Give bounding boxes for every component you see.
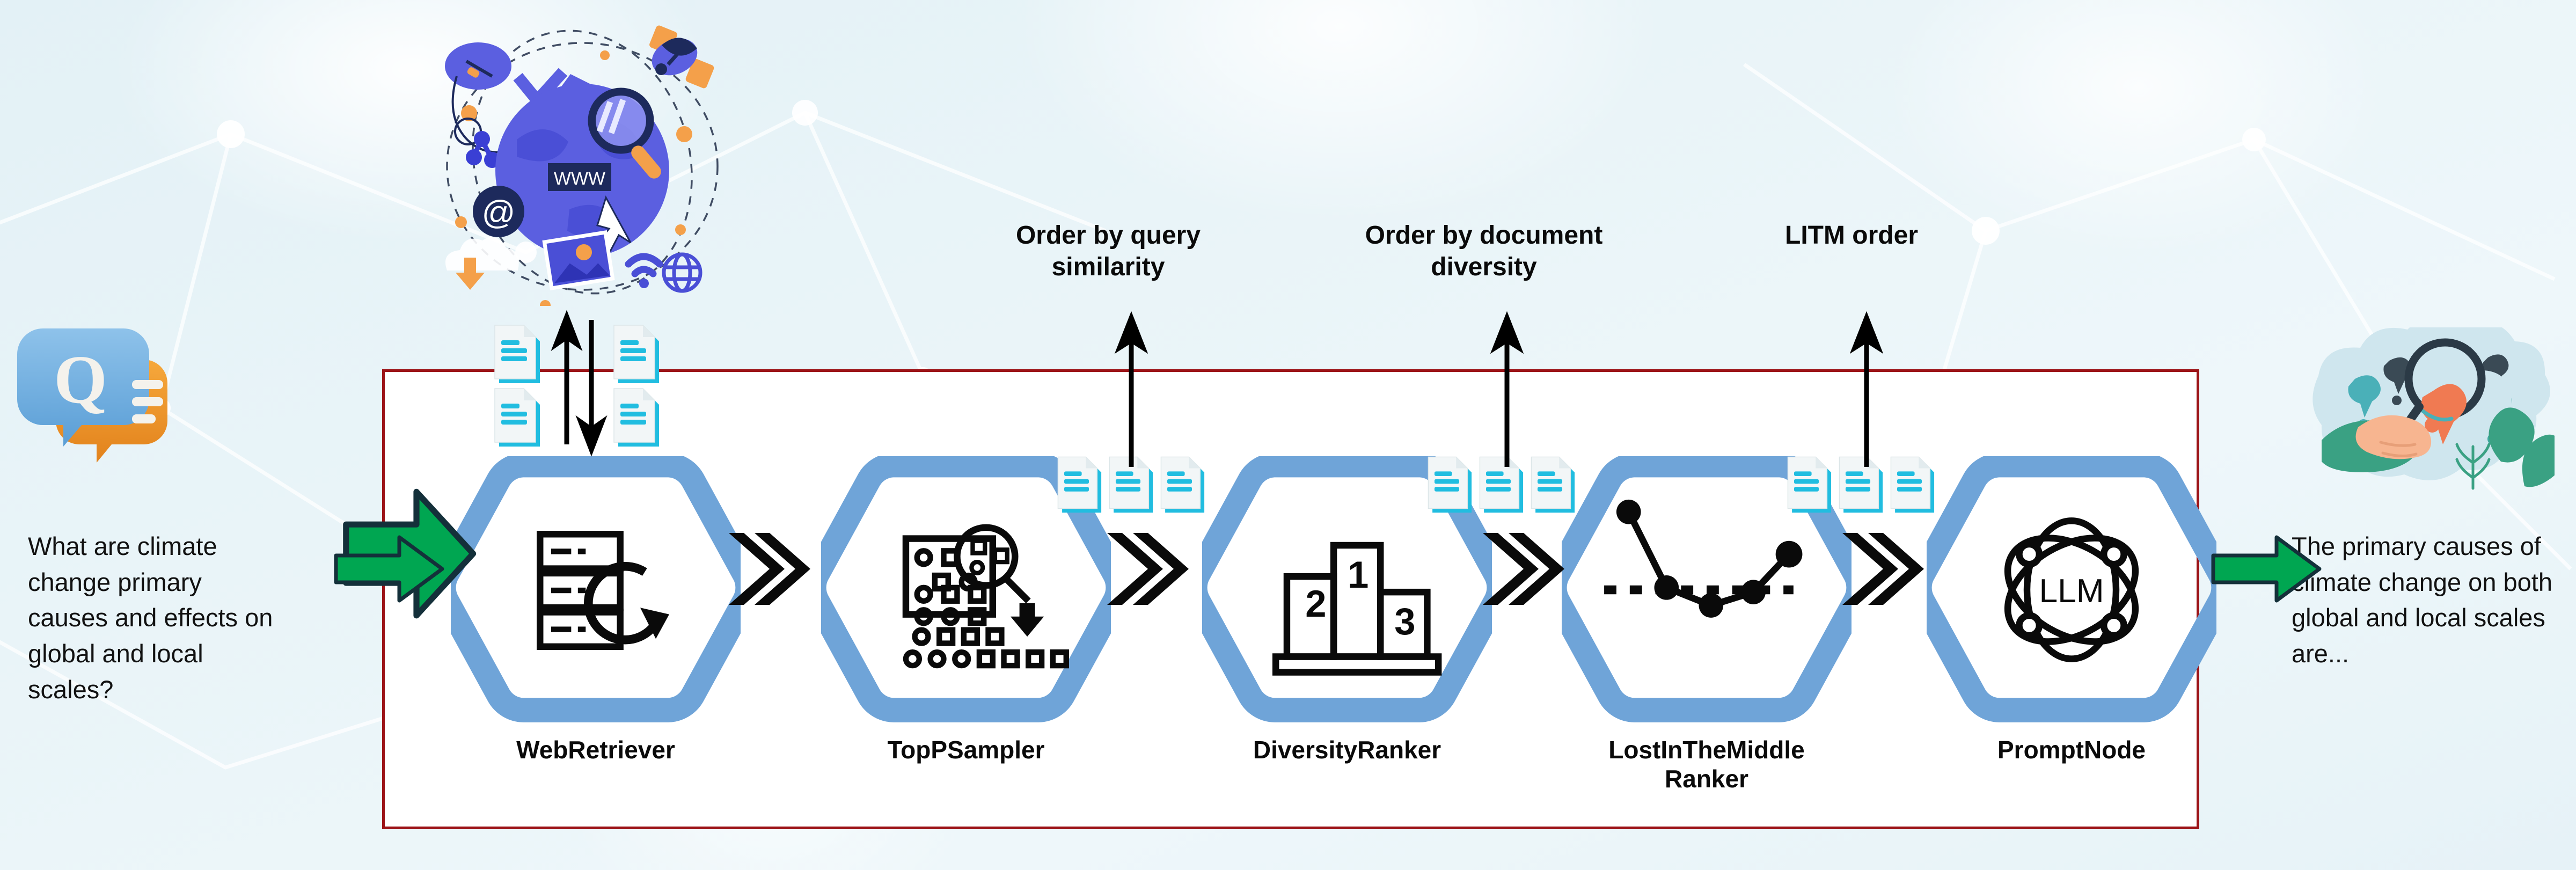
web-retriever-hexagon[interactable] [431, 452, 760, 723]
svg-text:2: 2 [1305, 582, 1326, 625]
podium-ranking-icon: 2 1 3 [1272, 542, 1442, 676]
annotation-line-2: similarity [1051, 252, 1165, 281]
annotation-line-2: diversity [1431, 252, 1537, 281]
node-web-retriever[interactable]: WebRetriever [431, 452, 760, 764]
docs-after-diversity [1428, 456, 1575, 513]
annotation-line-1: LITM order [1785, 221, 1918, 250]
node-label: TopPSampler [887, 736, 1045, 764]
www-globe-illustration: WWW @ [445, 25, 719, 306]
svg-text:1: 1 [1348, 553, 1368, 596]
annotation-litm-order: LITM order [1739, 220, 1964, 252]
node-label: LostInTheMiddle Ranker [1608, 736, 1805, 793]
svg-text:3: 3 [1394, 600, 1415, 642]
svg-text:LLM: LLM [2039, 573, 2104, 610]
node-label: DiversityRanker [1253, 736, 1441, 764]
input-question-text: What are climate change primary causes a… [28, 532, 273, 704]
node-label: PromptNode [1997, 736, 2146, 764]
annotation-line-1: Order by query [1015, 221, 1201, 250]
input-green-arrow [334, 535, 444, 603]
u-curve-chart-icon [1604, 499, 1803, 618]
chevron-right-icon [1842, 533, 1924, 605]
output-answer-text: The primary causes of climate change on … [2292, 532, 2552, 668]
annotation-order-by-query-similarity: Order by query similarity [996, 220, 1221, 283]
node-label: WebRetriever [516, 736, 675, 764]
docs-after-sampling [1057, 456, 1205, 513]
docs-after-litm [1787, 456, 1935, 513]
server-refresh-icon [537, 531, 669, 650]
node-prompt-node[interactable]: LLM PromptNode [1907, 452, 2236, 764]
question-bubbles-icon: Q [17, 328, 167, 463]
chevron-right-icon [729, 533, 810, 605]
svg-text:WWW: WWW [554, 169, 605, 189]
sample-magnifier-icon [902, 524, 1069, 669]
chevron-right-icon [1107, 533, 1189, 605]
annotation-line-1: Order by document [1365, 221, 1603, 250]
docs-retrieved [494, 310, 660, 457]
prompt-node-hexagon[interactable]: LLM [1907, 452, 2236, 723]
svg-text:Q: Q [54, 341, 107, 418]
annotation-order-by-document-diversity: Order by document diversity [1344, 220, 1623, 283]
llm-atom-icon: LLM [2004, 517, 2139, 662]
output-green-arrow [2211, 535, 2322, 603]
magnifier-questions-icon [2312, 327, 2555, 490]
chevron-right-icon [1483, 533, 1564, 605]
svg-text:@: @ [482, 194, 516, 231]
